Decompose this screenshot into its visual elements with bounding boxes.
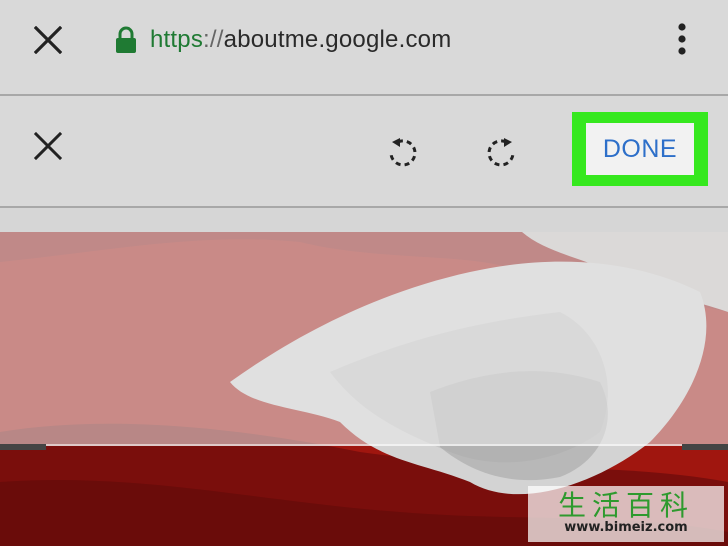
more-vert-icon[interactable] — [676, 22, 688, 56]
browser-toolbar: https://aboutme.google.com — [0, 0, 728, 96]
lock-icon — [116, 26, 136, 53]
watermark-title: 生活百科 — [557, 489, 694, 522]
crop-handle-right[interactable] — [682, 444, 728, 450]
divider-strip — [0, 208, 728, 232]
url-host: aboutme.google.com — [223, 26, 452, 53]
address-bar[interactable]: https://aboutme.google.com — [114, 22, 451, 58]
crop-overlay — [0, 232, 728, 446]
url-separator: :// — [203, 26, 224, 53]
close-icon[interactable] — [34, 26, 62, 54]
editor-toolbar: DONE — [0, 96, 728, 208]
rotate-left-icon[interactable] — [386, 130, 422, 170]
crop-handle-left[interactable] — [0, 444, 46, 450]
rotate-right-icon[interactable] — [482, 130, 518, 170]
url-text: https://aboutme.google.com — [150, 26, 451, 54]
watermark: 生活百科 www.bimeiz.com — [528, 486, 724, 542]
watermark-url: www.bimeiz.com — [564, 520, 688, 535]
url-scheme: https — [150, 26, 204, 53]
done-button[interactable]: DONE — [586, 123, 694, 175]
close-icon[interactable] — [34, 132, 62, 160]
